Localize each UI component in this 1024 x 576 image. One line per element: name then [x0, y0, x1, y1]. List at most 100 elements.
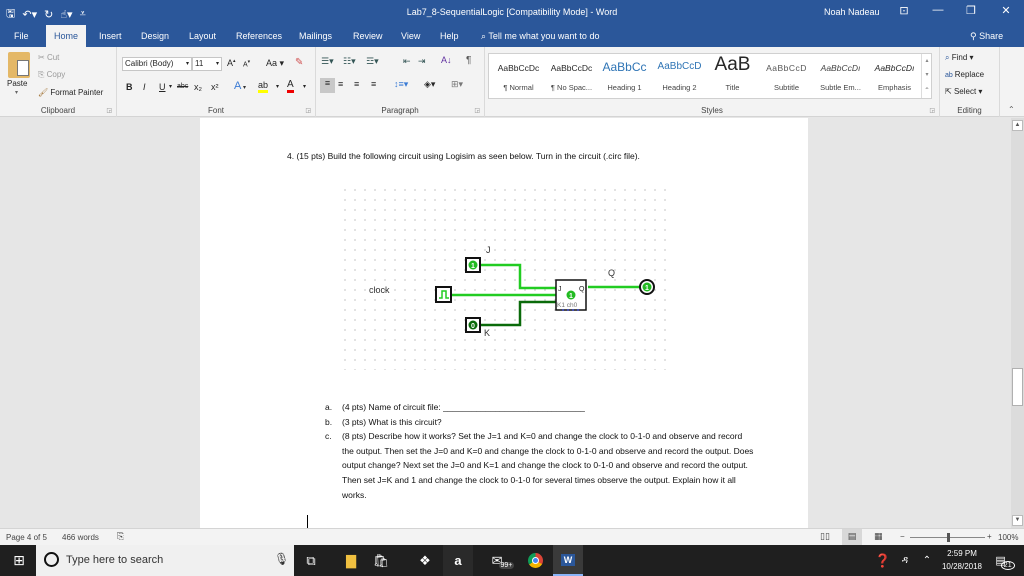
- style-heading-2[interactable]: AaBbCcD Heading 2: [652, 54, 707, 98]
- increase-indent-icon[interactable]: ⇥: [418, 56, 426, 67]
- clear-formatting-icon[interactable]: ✎: [295, 57, 303, 68]
- numbering-icon[interactable]: ☷▾: [343, 56, 356, 67]
- style-subtitle[interactable]: AaBbCcD Subtitle: [759, 54, 814, 98]
- paste-button[interactable]: Paste: [7, 79, 27, 88]
- shrink-font-icon[interactable]: A▾: [243, 59, 250, 68]
- scroll-up-icon[interactable]: ▲: [1012, 120, 1023, 131]
- styles-launcher-icon[interactable]: ◲: [929, 107, 935, 114]
- paragraph-launcher-icon[interactable]: ◲: [474, 107, 480, 114]
- input-pin-j[interactable]: 1: [465, 257, 481, 273]
- show-hidden-icons[interactable]: ⌃: [912, 545, 942, 576]
- scroll-down-icon[interactable]: ▾: [922, 68, 932, 82]
- tell-me-box[interactable]: ⌕ Tell me what you want to do: [481, 25, 599, 47]
- zoom-in-button[interactable]: +: [987, 532, 992, 541]
- clock-input[interactable]: [435, 286, 452, 303]
- style-title[interactable]: AaB Title: [705, 54, 760, 98]
- tab-file[interactable]: File: [6, 25, 37, 47]
- dropbox-icon[interactable]: ❖: [410, 545, 440, 576]
- style-emphasis[interactable]: AaBbCcDı Emphasis: [867, 54, 922, 98]
- strikethrough-button[interactable]: abc: [177, 83, 188, 90]
- scroll-down-icon[interactable]: ▼: [1012, 515, 1023, 526]
- align-right-icon[interactable]: ≡: [354, 79, 359, 89]
- zoom-out-button[interactable]: −: [900, 532, 905, 541]
- web-layout-icon[interactable]: ▦: [874, 531, 883, 542]
- superscript-button[interactable]: x²: [211, 82, 219, 92]
- minimize-button[interactable]: —: [928, 4, 948, 16]
- share-button[interactable]: ⚲ Share: [970, 25, 1003, 47]
- word-count[interactable]: 466 words: [62, 533, 99, 542]
- style-normal[interactable]: AaBbCcDc ¶ Normal: [491, 54, 546, 98]
- text-effects-icon[interactable]: A ▾: [234, 80, 246, 92]
- word-taskbar-icon[interactable]: W: [553, 545, 583, 576]
- chrome-icon[interactable]: [520, 545, 550, 576]
- paste-dropdown-icon[interactable]: ▾: [15, 89, 18, 96]
- tab-mailings[interactable]: Mailings: [291, 25, 340, 47]
- subscript-button[interactable]: x₂: [194, 82, 202, 92]
- style-no-spacing[interactable]: AaBbCcDc ¶ No Spac...: [544, 54, 599, 98]
- decrease-indent-icon[interactable]: ⇤: [403, 56, 411, 67]
- font-size-select[interactable]: 11 ▾: [192, 57, 222, 71]
- more-styles-icon[interactable]: ⩡: [922, 82, 932, 96]
- task-view-icon[interactable]: ⧉: [296, 545, 326, 576]
- line-spacing-icon[interactable]: ↕≡▾: [394, 79, 408, 90]
- paste-icon[interactable]: [8, 52, 30, 78]
- italic-button[interactable]: I: [143, 82, 146, 92]
- tab-home[interactable]: Home: [46, 25, 87, 47]
- font-name-select[interactable]: Calibri (Body) ▾: [122, 57, 192, 71]
- tab-help[interactable]: Help: [432, 25, 467, 47]
- style-heading-1[interactable]: AaBbCc Heading 1: [597, 54, 652, 98]
- replace-button[interactable]: ab Replace: [945, 70, 984, 79]
- style-subtle-emphasis[interactable]: AaBbCcDı Subtle Em...: [813, 54, 868, 98]
- microphone-icon[interactable]: 🎙: [274, 552, 289, 566]
- taskbar-search[interactable]: Type here to search 🎙: [36, 545, 294, 576]
- page-count[interactable]: Page 4 of 5: [6, 533, 47, 542]
- close-button[interactable]: ✕: [996, 4, 1016, 17]
- bullets-icon[interactable]: ☰▾: [321, 56, 334, 67]
- shading-icon[interactable]: ◈▾: [424, 79, 435, 90]
- show-formatting-icon[interactable]: ¶: [466, 55, 471, 66]
- clock-time[interactable]: 2:59 PM: [942, 549, 982, 558]
- change-case-button[interactable]: Aa ▾: [266, 58, 284, 69]
- tab-layout[interactable]: Layout: [181, 25, 224, 47]
- font-color-dropdown-icon[interactable]: ▾: [303, 83, 306, 90]
- amazon-icon[interactable]: a: [443, 545, 473, 576]
- bold-button[interactable]: B: [126, 82, 133, 92]
- justify-icon[interactable]: ≡: [371, 79, 376, 89]
- input-pin-k[interactable]: 0: [465, 317, 481, 333]
- font-color-icon[interactable]: A: [287, 80, 294, 93]
- clipboard-launcher-icon[interactable]: ◲: [106, 107, 112, 114]
- print-layout-icon[interactable]: ▤: [842, 529, 862, 545]
- highlight-dropdown-icon[interactable]: ▾: [276, 83, 279, 90]
- windows-start-icon[interactable]: ⊞: [4, 545, 34, 576]
- read-mode-icon[interactable]: ▯▯: [820, 531, 830, 542]
- action-center-icon[interactable]: ▤ 21: [990, 545, 1020, 576]
- tab-references[interactable]: References: [228, 25, 290, 47]
- zoom-level[interactable]: 100%: [998, 533, 1018, 542]
- grow-font-icon[interactable]: A▴: [227, 58, 236, 68]
- restore-button[interactable]: ❐: [961, 4, 981, 17]
- tab-review[interactable]: Review: [345, 25, 391, 47]
- mail-icon[interactable]: ✉ 99+: [483, 545, 523, 576]
- tab-insert[interactable]: Insert: [91, 25, 130, 47]
- zoom-slider-thumb[interactable]: [946, 533, 950, 542]
- collapse-ribbon-icon[interactable]: ⌃: [1008, 105, 1015, 114]
- file-explorer-icon[interactable]: ▇: [336, 545, 366, 576]
- font-launcher-icon[interactable]: ◲: [305, 107, 311, 114]
- tab-design[interactable]: Design: [133, 25, 177, 47]
- sort-icon[interactable]: A↓: [441, 55, 452, 65]
- align-center-icon[interactable]: ≡: [338, 79, 343, 89]
- vertical-scrollbar[interactable]: ▲ ▼: [1011, 118, 1024, 528]
- underline-dropdown-icon[interactable]: ▾: [169, 83, 172, 90]
- proofing-icon[interactable]: ⎘: [117, 531, 124, 542]
- align-left-icon[interactable]: ≡: [320, 78, 335, 93]
- scroll-thumb[interactable]: [1012, 368, 1023, 406]
- styles-scroll[interactable]: ▴ ▾ ⩡: [921, 54, 932, 98]
- user-name[interactable]: Noah Nadeau: [824, 7, 880, 17]
- tab-view[interactable]: View: [393, 25, 428, 47]
- find-button[interactable]: ⌕ Find ▾: [945, 53, 974, 63]
- format-painter-button[interactable]: 🖌 Format Painter: [38, 88, 103, 97]
- highlight-icon[interactable]: ab: [258, 80, 269, 93]
- jk-flip-flop[interactable]: J Q 1 K1 ch0: [555, 279, 587, 311]
- multilevel-list-icon[interactable]: ☲▾: [366, 56, 379, 67]
- scroll-up-icon[interactable]: ▴: [922, 54, 932, 68]
